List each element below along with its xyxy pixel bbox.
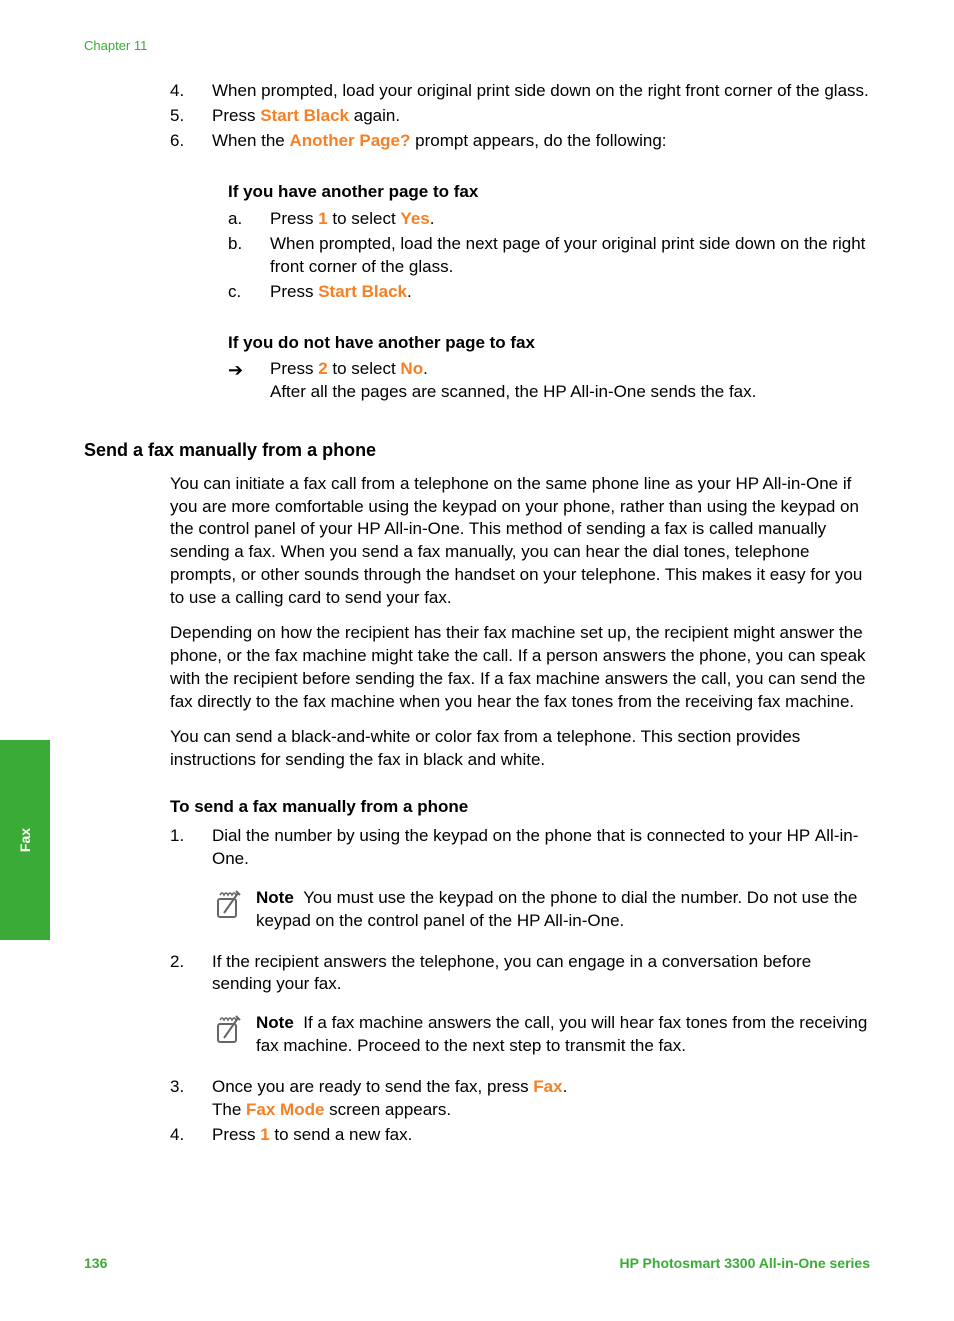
step-number: 1. [170,825,212,949]
note-body: You must use the keypad on the phone to … [256,888,857,930]
page-number: 136 [84,1255,107,1271]
side-tab-label: Fax [17,828,33,852]
note-body: If a fax machine answers the call, you w… [256,1013,867,1055]
text: If the recipient answers the telephone, … [212,952,811,994]
substep-text: When prompted, load the next page of you… [270,233,870,279]
substep-b: b. When prompted, load the next page of … [228,233,870,279]
text: Dial the number by using the keypad on t… [212,826,858,868]
button-label: Start Black [260,106,349,125]
step-body: Press 1 to send a new fax. [212,1124,870,1147]
step-body: Once you are ready to send the fax, pres… [212,1076,870,1122]
section-heading: Send a fax manually from a phone [84,438,870,462]
arrow-icon: ➔ [228,358,270,382]
page-footer: 136 HP Photosmart 3300 All-in-One series [84,1255,870,1271]
no-substep: ➔ Press 2 to select No. After all the pa… [228,358,870,404]
procedure-heading: To send a fax manually from a phone [84,796,870,819]
note-icon [212,1012,256,1046]
step-6: 6. When the Another Page? prompt appears… [84,130,870,153]
product-name: HP Photosmart 3300 All-in-One series [619,1255,870,1271]
paragraph: Depending on how the recipient has their… [84,622,870,714]
substep-c: c. Press Start Black. [228,281,870,304]
text: Press [270,209,318,228]
text: to select [328,209,401,228]
step-5: 5. Press Start Black again. [84,105,870,128]
another-page-no-block: If you do not have another page to fax ➔… [84,332,870,405]
step-number: 5. [170,105,212,128]
continued-steps: 4. When prompted, load your original pri… [84,80,870,153]
mstep-4: 4. Press 1 to send a new fax. [84,1124,870,1147]
text: screen appears. [324,1100,451,1119]
note-text: Note You must use the keypad on the phon… [256,887,870,933]
button-label: Start Black [318,282,407,301]
text: to select [328,359,401,378]
text: Press [270,359,318,378]
text: again. [349,106,400,125]
text: prompt appears, do the following: [410,131,666,150]
step-number: 4. [170,1124,212,1147]
text: The [212,1100,246,1119]
note-icon [212,887,256,921]
key-label: 1 [260,1125,269,1144]
mstep-2: 2. If the recipient answers the telephon… [84,951,870,1075]
substep-letter: b. [228,233,270,279]
text: Press [212,106,260,125]
text: . [563,1077,568,1096]
paragraph: You can initiate a fax call from a telep… [84,473,870,611]
text: . [407,282,412,301]
step-4: 4. When prompted, load your original pri… [84,80,870,103]
note-block: Note If a fax machine answers the call, … [212,1012,870,1058]
key-label: 1 [318,209,327,228]
step-text: Press Start Black again. [212,105,870,128]
substep-letter: a. [228,208,270,231]
no-substep-body: Press 2 to select No. After all the page… [270,358,870,404]
yes-substeps: a. Press 1 to select Yes. b. When prompt… [228,208,870,304]
mstep-3: 3. Once you are ready to send the fax, p… [84,1076,870,1122]
text: Press [212,1125,260,1144]
step-text: When the Another Page? prompt appears, d… [212,130,870,153]
substep-text: Press Start Black. [270,281,870,304]
block-title: If you have another page to fax [228,181,870,204]
step-body: If the recipient answers the telephone, … [212,951,870,1075]
prompt-label: Another Page? [290,131,411,150]
paragraph: You can send a black-and-white or color … [84,726,870,772]
text: When the [212,131,290,150]
step-number: 4. [170,80,212,103]
step-text: When prompted, load your original print … [212,80,870,103]
step-body: Dial the number by using the keypad on t… [212,825,870,949]
chapter-header: Chapter 11 [84,38,147,53]
option-label: Yes [400,209,429,228]
side-tab: Fax [0,740,50,940]
line: Once you are ready to send the fax, pres… [212,1076,870,1099]
screen-label: Fax Mode [246,1100,324,1119]
substep-a: a. Press 1 to select Yes. [228,208,870,231]
press-line: Press 2 to select No. [270,358,870,381]
text: Press [270,282,318,301]
step-number: 2. [170,951,212,1075]
block-title: If you do not have another page to fax [228,332,870,355]
manual-fax-steps: 1. Dial the number by using the keypad o… [84,825,870,1147]
main-content: 4. When prompted, load your original pri… [84,80,870,1149]
note-text: Note If a fax machine answers the call, … [256,1012,870,1058]
step-number: 6. [170,130,212,153]
text: Once you are ready to send the fax, pres… [212,1077,533,1096]
substep-letter: c. [228,281,270,304]
page: Chapter 11 Fax 4. When prompted, load yo… [0,0,954,1321]
note-label: Note [256,1013,294,1032]
another-page-yes-block: If you have another page to fax a. Press… [84,181,870,304]
text: . [423,359,428,378]
line: The Fax Mode screen appears. [212,1099,870,1122]
after-line: After all the pages are scanned, the HP … [270,381,870,404]
text: to send a new fax. [270,1125,413,1144]
mstep-1: 1. Dial the number by using the keypad o… [84,825,870,949]
substep-text: Press 1 to select Yes. [270,208,870,231]
note-label: Note [256,888,294,907]
option-label: No [400,359,423,378]
button-label: Fax [533,1077,562,1096]
note-block: Note You must use the keypad on the phon… [212,887,870,933]
text: . [430,209,435,228]
key-label: 2 [318,359,327,378]
step-number: 3. [170,1076,212,1122]
